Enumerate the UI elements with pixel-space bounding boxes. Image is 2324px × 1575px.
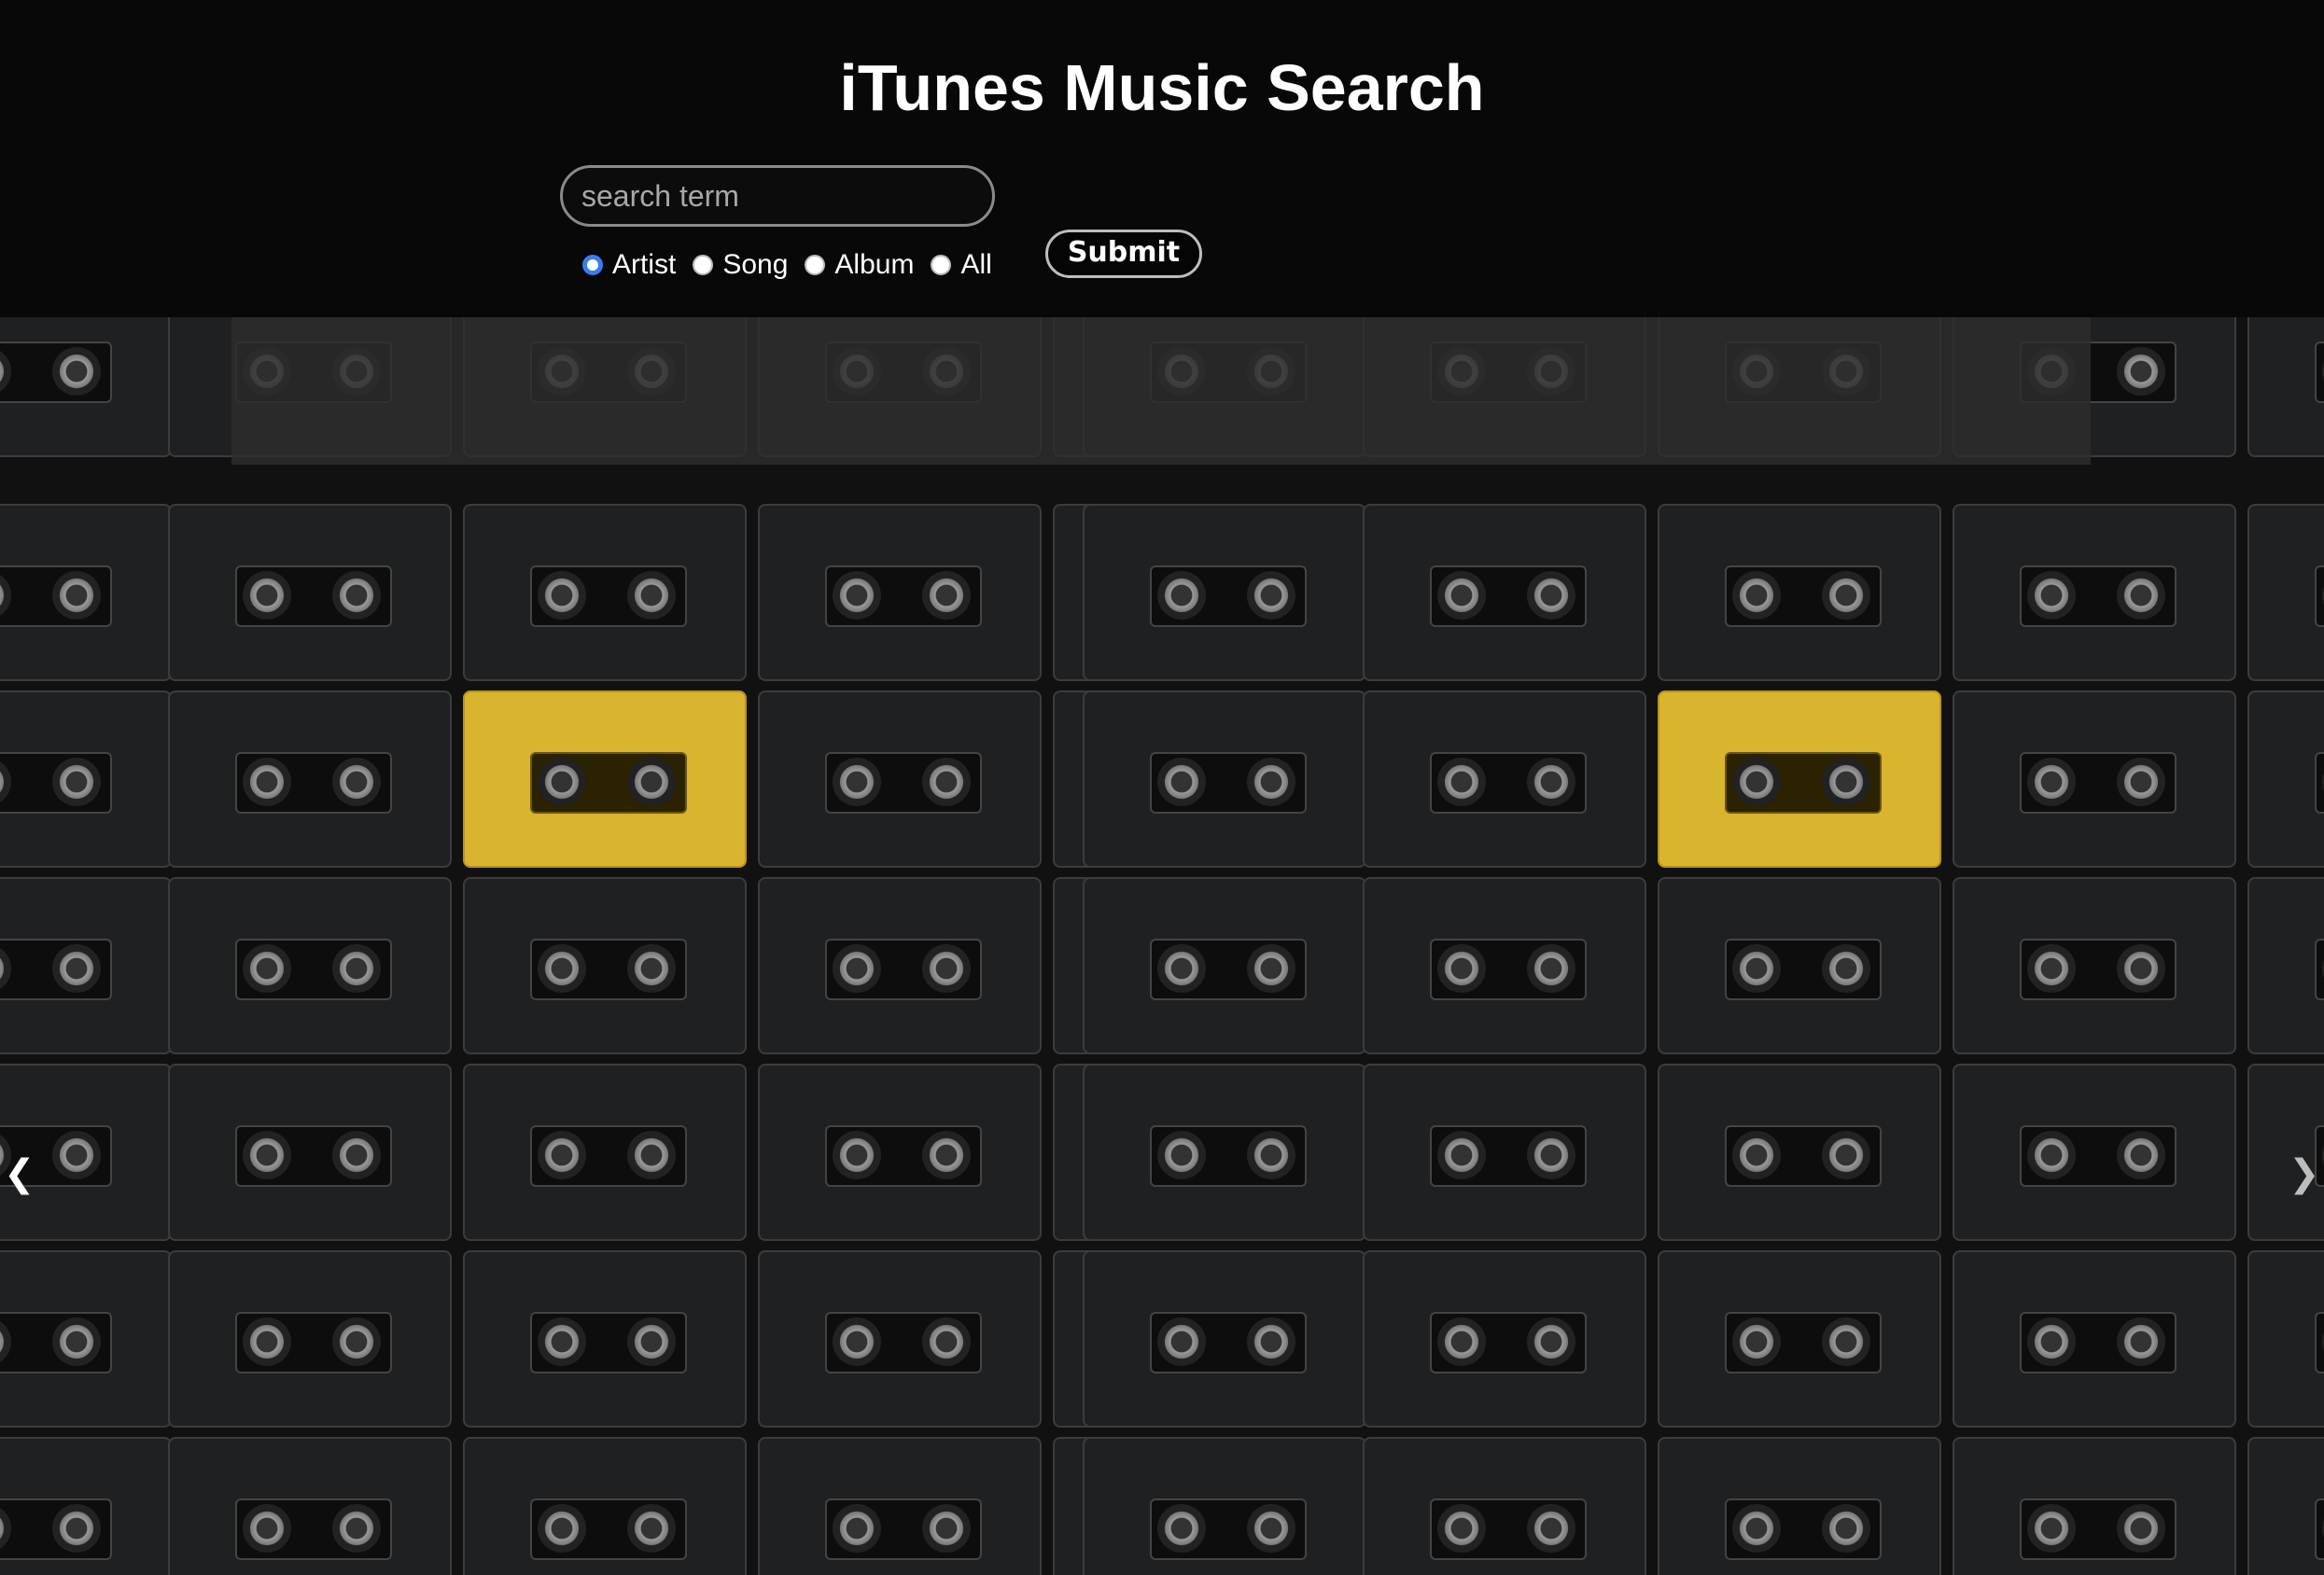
cassette — [1363, 690, 1646, 868]
cassette — [0, 877, 172, 1054]
cassette — [2247, 690, 2324, 868]
cassette — [1658, 877, 1941, 1054]
cassette — [1658, 1250, 1941, 1428]
cassette — [2247, 1250, 2324, 1428]
radio-label-all: All — [960, 249, 992, 280]
cassette — [1953, 877, 2236, 1054]
cassette — [758, 1250, 1042, 1428]
cassette — [1953, 1250, 2236, 1428]
cassette — [1083, 690, 1366, 868]
cassette — [1363, 877, 1646, 1054]
radio-label-album: Album — [834, 249, 915, 280]
chevron-right-icon[interactable]: ❯ — [2289, 1153, 2320, 1194]
results-container — [231, 317, 2091, 465]
radio-button-album[interactable] — [805, 255, 826, 275]
cassette — [1083, 1437, 1366, 1575]
cassette — [1083, 1064, 1366, 1241]
radio-artist[interactable]: Artist — [582, 249, 676, 281]
cassette — [0, 690, 172, 868]
cassette — [758, 1437, 1042, 1575]
cassette — [1363, 1437, 1646, 1575]
search-input[interactable] — [560, 165, 995, 227]
cassette — [168, 1250, 452, 1428]
cassette — [0, 1437, 172, 1575]
cassette — [463, 1064, 747, 1241]
cassette — [168, 877, 452, 1054]
radio-all[interactable]: All — [931, 249, 992, 281]
cassette — [758, 690, 1042, 868]
cassette-yellow — [1658, 690, 1941, 868]
cassette — [1083, 877, 1366, 1054]
cassette — [2247, 877, 2324, 1054]
radio-button-song[interactable] — [693, 255, 714, 275]
cassette — [463, 1250, 747, 1428]
search-header: iTunes Music Search Artist Song Album Al… — [0, 0, 2324, 317]
cassette — [1363, 1064, 1646, 1241]
cassette — [1083, 1250, 1366, 1428]
radio-button-all[interactable] — [931, 255, 952, 275]
cassette — [1363, 1250, 1646, 1428]
cassette — [0, 317, 172, 457]
cassette — [2247, 317, 2324, 457]
cassette — [1953, 690, 2236, 868]
background-image-cassette-wall — [0, 317, 2324, 1575]
cassette — [1953, 1437, 2236, 1575]
background-panel-right — [1083, 317, 2324, 1575]
cassette — [168, 1064, 452, 1241]
radio-label-song: Song — [722, 249, 789, 280]
cassette — [1953, 1064, 2236, 1241]
cassette — [463, 504, 747, 681]
cassette-yellow — [463, 690, 747, 868]
cassette — [168, 504, 452, 681]
cassette — [0, 504, 172, 681]
radio-song[interactable]: Song — [693, 249, 788, 281]
cassette — [1363, 504, 1646, 681]
cassette — [1083, 504, 1366, 681]
page-title: iTunes Music Search — [839, 51, 1485, 124]
radio-label-artist: Artist — [612, 249, 677, 280]
cassette — [2247, 504, 2324, 681]
cassette — [1658, 1437, 1941, 1575]
cassette — [1658, 1064, 1941, 1241]
cassette — [1953, 504, 2236, 681]
radio-button-artist[interactable] — [582, 255, 603, 275]
cassette — [2247, 1437, 2324, 1575]
search-type-radio-group: Artist Song Album All — [582, 246, 1009, 284]
chevron-left-icon[interactable]: ❮ — [4, 1153, 35, 1194]
cassette — [168, 690, 452, 868]
submit-button[interactable]: Submit — [1045, 230, 1202, 278]
radio-album[interactable]: Album — [805, 249, 914, 281]
cassette — [758, 1064, 1042, 1241]
cassette — [758, 504, 1042, 681]
cassette — [1658, 504, 1941, 681]
cassette — [463, 877, 747, 1054]
cassette — [758, 877, 1042, 1054]
cassette — [168, 1437, 452, 1575]
cassette — [0, 1250, 172, 1428]
background-panel-left — [0, 317, 1337, 1575]
cassette — [463, 1437, 747, 1575]
